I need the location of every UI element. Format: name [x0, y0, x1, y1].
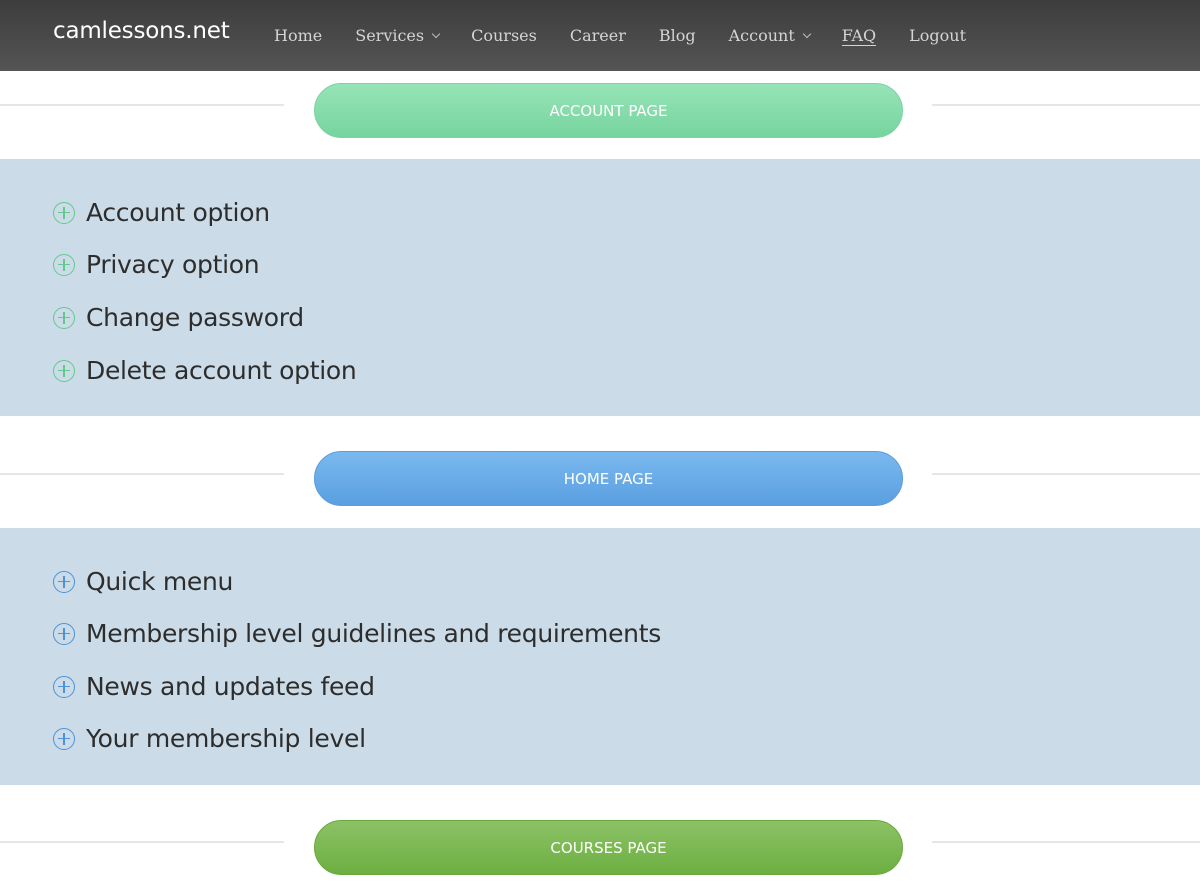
option-label: News and updates feed [86, 672, 375, 701]
divider-right [932, 473, 1200, 475]
account-page-button[interactable]: ACCOUNT PAGE [314, 83, 903, 138]
account-options-panel: Account option Privacy option Change pas… [0, 159, 1200, 416]
account-option-item[interactable]: Account option [53, 198, 270, 227]
privacy-option-item[interactable]: Privacy option [53, 250, 260, 279]
chevron-down-icon [802, 29, 811, 39]
plus-circle-icon [53, 253, 75, 276]
home-page-header: HOME PAGE [0, 416, 1200, 528]
nav-courses[interactable]: Courses [471, 26, 537, 45]
divider-left [0, 104, 284, 106]
plus-circle-icon [53, 675, 75, 698]
nav-logout-label: Logout [909, 26, 967, 45]
option-label: Your membership level [86, 724, 366, 753]
divider-right [932, 104, 1200, 106]
nav-blog-label: Blog [658, 26, 696, 45]
nav-services[interactable]: Services [355, 26, 441, 45]
nav-account[interactable]: Account [728, 26, 811, 45]
membership-level-item[interactable]: Your membership level [53, 724, 366, 753]
news-feed-item[interactable]: News and updates feed [53, 672, 375, 701]
plus-circle-icon [53, 359, 75, 382]
nav-faq-label: FAQ [841, 25, 877, 46]
courses-page-button[interactable]: COURSES PAGE [314, 820, 903, 875]
option-label: Account option [86, 198, 270, 227]
nav-courses-label: Courses [471, 26, 537, 45]
plus-circle-icon [53, 727, 75, 750]
chevron-down-icon [431, 29, 441, 39]
divider-right [932, 841, 1200, 843]
option-label: Change password [86, 303, 304, 332]
nav-career-label: Career [569, 26, 626, 45]
nav-faq[interactable]: FAQ [841, 25, 877, 46]
home-options-panel: Quick menu Membership level guidelines a… [0, 528, 1200, 785]
plus-circle-icon [53, 306, 75, 329]
account-page-header: ACCOUNT PAGE [0, 71, 1200, 159]
plus-circle-icon [53, 570, 75, 593]
nav-logout[interactable]: Logout [909, 26, 966, 45]
courses-page-header: COURSES PAGE [0, 785, 1200, 886]
nav-blog[interactable]: Blog [659, 26, 696, 45]
change-password-item[interactable]: Change password [53, 303, 304, 332]
quick-menu-item[interactable]: Quick menu [53, 567, 233, 596]
nav-home-label: Home [274, 26, 323, 45]
option-label: Quick menu [86, 567, 234, 596]
main-nav: Home Services Courses Career Blog Accoun… [274, 0, 966, 71]
divider-left [0, 841, 284, 843]
plus-circle-icon [53, 201, 75, 224]
nav-home[interactable]: Home [274, 26, 322, 45]
nav-services-label: Services [355, 26, 425, 45]
divider-left [0, 473, 284, 475]
top-navbar: camlessons.net Home Services Courses Car… [0, 0, 1200, 71]
nav-account-label: Account [728, 26, 795, 45]
site-logo-link[interactable]: camlessons.net [53, 18, 230, 44]
option-label: Privacy option [86, 250, 260, 279]
nav-career[interactable]: Career [570, 26, 626, 45]
option-label: Delete account option [86, 356, 357, 385]
plus-circle-icon [53, 622, 75, 645]
option-label: Membership level guidelines and requirem… [86, 619, 661, 648]
membership-guidelines-item[interactable]: Membership level guidelines and requirem… [53, 619, 661, 648]
delete-account-option-item[interactable]: Delete account option [53, 356, 357, 385]
home-page-button[interactable]: HOME PAGE [314, 451, 903, 506]
